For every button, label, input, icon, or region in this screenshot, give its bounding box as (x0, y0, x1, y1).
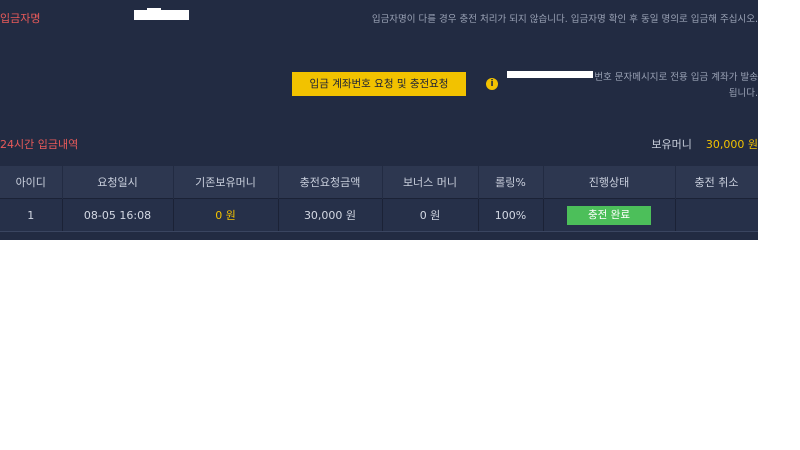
cell-status: 충전 완료 (543, 198, 676, 231)
column-header: 충전요청금액 (278, 166, 383, 199)
cell-cancel[interactable] (675, 198, 758, 231)
balance-label: 보유머니 (651, 138, 692, 151)
cell-bonus: 0 원 (382, 198, 479, 231)
balance: 보유머니 30,000 원 (651, 136, 758, 152)
balance-value: 30,000 원 (705, 138, 758, 151)
cell-id: 1 (0, 198, 63, 231)
column-header: 진행상태 (543, 166, 676, 199)
info-message: 번호 문자메시지로 전용 입금 계좌가 발송 됩니다. (568, 70, 758, 102)
cell-prev-balance: 0 원 (173, 198, 279, 231)
info-message-line1: 번호 문자메시지로 전용 입금 계좌가 발송 (594, 72, 758, 83)
table-header-row: 아이디 요청일시 기존보유머니 충전요청금액 보너스 머니 롤링% 진행상태 충… (0, 166, 758, 199)
info-icon: i (486, 78, 498, 90)
column-header: 기존보유머니 (173, 166, 279, 199)
depositor-name-redacted (134, 10, 189, 20)
cell-amount: 30,000 원 (278, 198, 383, 231)
deposit-panel: 입금자명 입금자명이 다를 경우 충전 처리가 되지 않습니다. 입금자명 확인… (0, 0, 758, 240)
table-divider (0, 231, 758, 232)
depositor-name-redacted-mark (147, 8, 161, 12)
table-row: 1 08-05 16:08 0 원 30,000 원 0 원 100% 충전 완… (0, 198, 758, 231)
deposit-history-table: 아이디 요청일시 기존보유머니 충전요청금액 보너스 머니 롤링% 진행상태 충… (0, 166, 758, 231)
column-header: 아이디 (0, 166, 63, 199)
depositor-label: 입금자명 (0, 12, 41, 25)
column-header: 요청일시 (62, 166, 174, 199)
column-header: 롤링% (478, 166, 544, 199)
request-account-button[interactable]: 입금 계좌번호 요청 및 충전요청 (292, 72, 466, 96)
info-message-line2: 됩니다. (728, 88, 758, 99)
history-title: 24시간 입금내역 (0, 138, 79, 151)
status-badge: 충전 완료 (567, 205, 651, 225)
cell-rolling: 100% (478, 198, 544, 231)
column-header: 충전 취소 (675, 166, 758, 199)
cell-requested-at: 08-05 16:08 (62, 198, 174, 231)
column-header: 보너스 머니 (382, 166, 479, 199)
depositor-notice: 입금자명이 다를 경우 충전 처리가 되지 않습니다. 입금자명 확인 후 동일… (371, 14, 758, 25)
